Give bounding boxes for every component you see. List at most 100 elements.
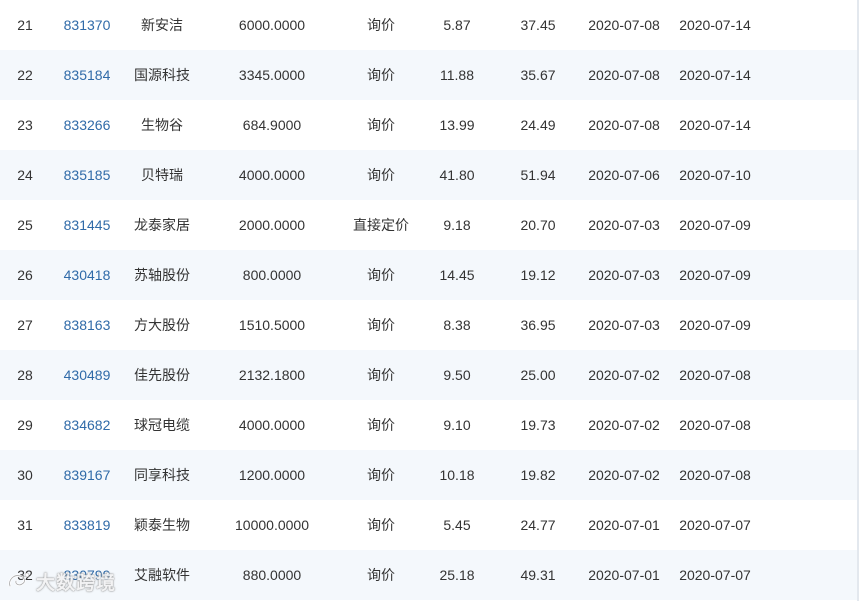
issue-volume: 10000.0000 [235, 517, 309, 533]
subscription-date: 2020-07-03 [588, 267, 660, 283]
issue-method: 询价 [367, 567, 395, 583]
issue-price: 14.45 [439, 267, 475, 283]
listing-date: 2020-07-10 [679, 167, 751, 183]
subscription-date: 2020-07-02 [588, 367, 660, 383]
row-index: 21 [17, 17, 33, 33]
issue-price: 10.18 [439, 467, 475, 483]
stock-code-link[interactable]: 834682 [64, 400, 111, 450]
issue-volume: 1510.5000 [238, 317, 306, 333]
table-row: 28 430489 佳先股份 2132.1800 询价 9.50 25.00 2… [0, 350, 859, 400]
stock-code-link[interactable]: 430489 [64, 350, 111, 400]
stock-name: 生物谷 [141, 117, 183, 133]
issue-method: 询价 [367, 417, 395, 433]
issue-price: 5.87 [443, 17, 471, 33]
row-index: 28 [17, 367, 33, 383]
pe-ratio: 35.67 [520, 67, 556, 83]
stock-name: 龙泰家居 [134, 217, 190, 233]
stock-code-link[interactable]: 831370 [64, 0, 111, 50]
subscription-date: 2020-07-01 [588, 517, 660, 533]
table-row: 30 839167 同享科技 1200.0000 询价 10.18 19.82 … [0, 450, 859, 500]
stock-code-link[interactable]: 831445 [64, 200, 111, 250]
issue-price: 13.99 [439, 117, 475, 133]
issue-method: 询价 [367, 167, 395, 183]
issue-volume: 684.9000 [242, 117, 302, 133]
table-row: 32 830799 艾融软件 880.0000 询价 25.18 49.31 2… [0, 550, 859, 600]
pe-ratio: 24.49 [520, 117, 556, 133]
subscription-date: 2020-07-02 [588, 467, 660, 483]
stock-name: 颖泰生物 [134, 517, 190, 533]
pe-ratio: 19.73 [520, 417, 556, 433]
pe-ratio: 36.95 [520, 317, 556, 333]
issue-volume: 3345.0000 [238, 67, 306, 83]
issue-volume: 4000.0000 [238, 167, 306, 183]
row-index: 30 [17, 467, 33, 483]
row-index: 29 [17, 417, 33, 433]
table-row: 22 835184 国源科技 3345.0000 询价 11.88 35.67 … [0, 50, 859, 100]
listing-date: 2020-07-14 [679, 17, 751, 33]
stock-name: 新安洁 [141, 17, 183, 33]
row-index: 23 [17, 117, 33, 133]
row-index: 26 [17, 267, 33, 283]
issue-price: 8.38 [443, 317, 471, 333]
listing-date: 2020-07-08 [679, 467, 751, 483]
stock-code-link[interactable]: 838163 [64, 300, 111, 350]
issue-method: 询价 [367, 17, 395, 33]
table-body: 21 831370 新安洁 6000.0000 询价 5.87 37.45 20… [0, 0, 859, 600]
issue-method: 询价 [367, 317, 395, 333]
table-row: 24 835185 贝特瑞 4000.0000 询价 41.80 51.94 2… [0, 150, 859, 200]
stock-name: 佳先股份 [134, 367, 190, 383]
listing-date: 2020-07-09 [679, 267, 751, 283]
stock-name: 贝特瑞 [141, 167, 183, 183]
table-row: 27 838163 方大股份 1510.5000 询价 8.38 36.95 2… [0, 300, 859, 350]
subscription-date: 2020-07-03 [588, 217, 660, 233]
table-row: 29 834682 球冠电缆 4000.0000 询价 9.10 19.73 2… [0, 400, 859, 450]
issue-method: 询价 [367, 517, 395, 533]
ipo-list-table: 21 831370 新安洁 6000.0000 询价 5.87 37.45 20… [0, 0, 859, 601]
pe-ratio: 20.70 [520, 217, 556, 233]
issue-method: 询价 [367, 467, 395, 483]
issue-price: 25.18 [439, 567, 475, 583]
issue-volume: 4000.0000 [238, 417, 306, 433]
subscription-date: 2020-07-06 [588, 167, 660, 183]
row-index: 25 [17, 217, 33, 233]
row-index: 27 [17, 317, 33, 333]
watermark: 大数跨境 [6, 566, 116, 596]
issue-method: 询价 [367, 367, 395, 383]
brand-logo-icon [6, 570, 32, 592]
issue-volume: 2000.0000 [238, 217, 306, 233]
stock-name: 球冠电缆 [134, 417, 190, 433]
issue-method: 询价 [367, 117, 395, 133]
issue-method: 询价 [367, 267, 395, 283]
stock-name: 方大股份 [134, 317, 190, 333]
row-index: 24 [17, 167, 33, 183]
issue-volume: 800.0000 [242, 267, 302, 283]
table-row: 21 831370 新安洁 6000.0000 询价 5.87 37.45 20… [0, 0, 859, 50]
pe-ratio: 19.12 [520, 267, 556, 283]
subscription-date: 2020-07-03 [588, 317, 660, 333]
issue-price: 9.10 [443, 417, 471, 433]
issue-volume: 880.0000 [242, 567, 302, 583]
issue-method: 询价 [367, 67, 395, 83]
listing-date: 2020-07-07 [679, 517, 751, 533]
table-row: 23 833266 生物谷 684.9000 询价 13.99 24.49 20… [0, 100, 859, 150]
listing-date: 2020-07-09 [679, 317, 751, 333]
listing-date: 2020-07-14 [679, 117, 751, 133]
watermark-text: 大数跨境 [36, 572, 117, 594]
issue-method: 直接定价 [353, 217, 409, 233]
subscription-date: 2020-07-02 [588, 417, 660, 433]
subscription-date: 2020-07-01 [588, 567, 660, 583]
table-row: 25 831445 龙泰家居 2000.0000 直接定价 9.18 20.70… [0, 200, 859, 250]
stock-code-link[interactable]: 835185 [64, 150, 111, 200]
stock-code-link[interactable]: 833266 [64, 100, 111, 150]
stock-code-link[interactable]: 833819 [64, 500, 111, 550]
row-index: 31 [17, 517, 33, 533]
stock-code-link[interactable]: 839167 [64, 450, 111, 500]
stock-name: 同享科技 [134, 467, 190, 483]
issue-price: 9.50 [443, 367, 471, 383]
stock-code-link[interactable]: 835184 [64, 50, 111, 100]
pe-ratio: 19.82 [520, 467, 556, 483]
pe-ratio: 37.45 [520, 17, 556, 33]
stock-code-link[interactable]: 430418 [64, 250, 111, 300]
issue-price: 9.18 [443, 217, 471, 233]
subscription-date: 2020-07-08 [588, 17, 660, 33]
